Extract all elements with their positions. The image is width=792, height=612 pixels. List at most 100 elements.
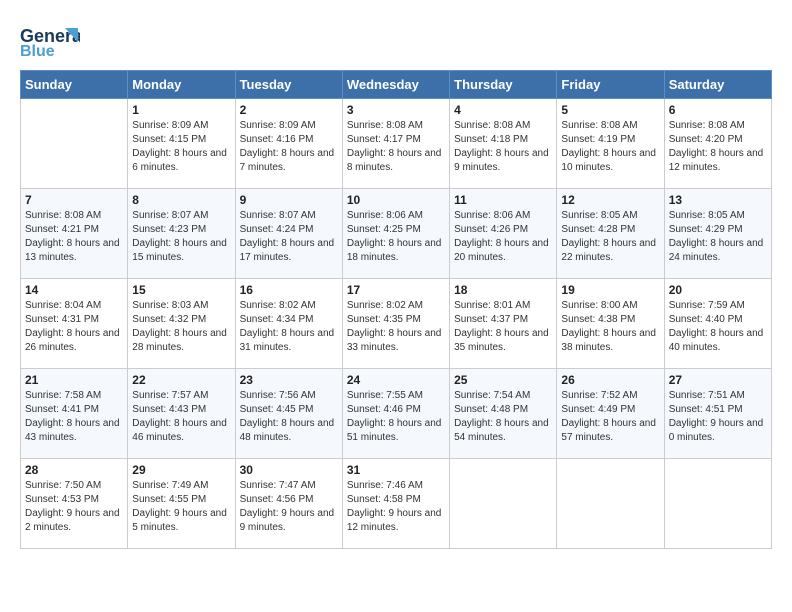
day-info: Sunrise: 7:54 AMSunset: 4:48 PMDaylight:… xyxy=(454,389,552,445)
weekday-header-thursday: Thursday xyxy=(450,71,557,99)
day-number: 16 xyxy=(240,283,338,297)
day-info: Sunrise: 7:52 AMSunset: 4:49 PMDaylight:… xyxy=(561,389,659,445)
day-number: 13 xyxy=(669,193,767,207)
day-number: 29 xyxy=(132,463,230,477)
day-number: 5 xyxy=(561,103,659,117)
day-number: 22 xyxy=(132,373,230,387)
calendar-cell: 19Sunrise: 8:00 AMSunset: 4:38 PMDayligh… xyxy=(557,279,664,369)
week-row-2: 7Sunrise: 8:08 AMSunset: 4:21 PMDaylight… xyxy=(21,189,772,279)
day-info: Sunrise: 7:49 AMSunset: 4:55 PMDaylight:… xyxy=(132,479,230,535)
day-number: 8 xyxy=(132,193,230,207)
weekday-header-friday: Friday xyxy=(557,71,664,99)
day-number: 28 xyxy=(25,463,123,477)
calendar-cell: 20 Sunrise: 7:59 AMSunset: 4:40 PMDayligh… xyxy=(664,279,771,369)
day-info: Sunrise: 8:05 AMSunset: 4:29 PMDaylight:… xyxy=(669,209,767,265)
day-number: 2 xyxy=(240,103,338,117)
page-header: General Blue xyxy=(20,20,772,60)
weekday-header-tuesday: Tuesday xyxy=(235,71,342,99)
calendar-cell: 25 Sunrise: 7:54 AMSunset: 4:48 PMDayligh… xyxy=(450,369,557,459)
day-info: Sunrise: 7:55 AMSunset: 4:46 PMDaylight:… xyxy=(347,389,445,445)
day-number: 21 xyxy=(25,373,123,387)
calendar-cell: 14 Sunrise: 8:04 AMSunset: 4:31 PMDayligh… xyxy=(21,279,128,369)
day-number: 9 xyxy=(240,193,338,207)
day-number: 27 xyxy=(669,373,767,387)
calendar-cell: 30 Sunrise: 7:47 AMSunset: 4:56 PMDayligh… xyxy=(235,459,342,549)
weekday-header-saturday: Saturday xyxy=(664,71,771,99)
day-number: 20 xyxy=(669,283,767,297)
calendar-cell: 17 Sunrise: 8:02 AMSunset: 4:35 PMDayligh… xyxy=(342,279,449,369)
calendar-cell: 22 Sunrise: 7:57 AMSunset: 4:43 PMDayligh… xyxy=(128,369,235,459)
calendar-cell: 26Sunrise: 7:52 AMSunset: 4:49 PMDayligh… xyxy=(557,369,664,459)
calendar-cell: 24 Sunrise: 7:55 AMSunset: 4:46 PMDayligh… xyxy=(342,369,449,459)
calendar-cell: 13 Sunrise: 8:05 AMSunset: 4:29 PMDayligh… xyxy=(664,189,771,279)
week-row-1: 1 Sunrise: 8:09 AMSunset: 4:15 PMDaylight… xyxy=(21,99,772,189)
calendar-cell: 16 Sunrise: 8:02 AMSunset: 4:34 PMDayligh… xyxy=(235,279,342,369)
calendar-cell: 12 Sunrise: 8:05 AMSunset: 4:28 PMDayligh… xyxy=(557,189,664,279)
calendar-cell: 3Sunrise: 8:08 AMSunset: 4:17 PMDaylight… xyxy=(342,99,449,189)
day-number: 23 xyxy=(240,373,338,387)
week-row-4: 21 Sunrise: 7:58 AMSunset: 4:41 PMDayligh… xyxy=(21,369,772,459)
calendar-cell: 21 Sunrise: 7:58 AMSunset: 4:41 PMDayligh… xyxy=(21,369,128,459)
day-info: Sunrise: 7:51 AMSunset: 4:51 PMDaylight:… xyxy=(669,389,767,445)
day-number: 17 xyxy=(347,283,445,297)
day-info: Sunrise: 8:00 AMSunset: 4:38 PMDaylight:… xyxy=(561,299,659,355)
svg-text:Blue: Blue xyxy=(20,43,55,60)
day-info: Sunrise: 7:57 AMSunset: 4:43 PMDaylight:… xyxy=(132,389,230,445)
day-number: 10 xyxy=(347,193,445,207)
calendar-cell: 2 Sunrise: 8:09 AMSunset: 4:16 PMDaylight… xyxy=(235,99,342,189)
day-info: Sunrise: 8:07 AMSunset: 4:24 PMDaylight:… xyxy=(240,209,338,265)
day-number: 18 xyxy=(454,283,552,297)
calendar-cell: 6 Sunrise: 8:08 AMSunset: 4:20 PMDaylight… xyxy=(664,99,771,189)
day-info: Sunrise: 8:09 AMSunset: 4:16 PMDaylight:… xyxy=(240,119,338,175)
day-number: 4 xyxy=(454,103,552,117)
day-info: Sunrise: 8:08 AMSunset: 4:17 PMDaylight:… xyxy=(347,119,445,175)
day-number: 24 xyxy=(347,373,445,387)
weekday-header-wednesday: Wednesday xyxy=(342,71,449,99)
logo-icon: General Blue xyxy=(20,20,80,60)
day-info: Sunrise: 8:03 AMSunset: 4:32 PMDaylight:… xyxy=(132,299,230,355)
day-info: Sunrise: 8:08 AMSunset: 4:19 PMDaylight:… xyxy=(561,119,659,175)
day-info: Sunrise: 8:05 AMSunset: 4:28 PMDaylight:… xyxy=(561,209,659,265)
day-info: Sunrise: 8:08 AMSunset: 4:21 PMDaylight:… xyxy=(25,209,123,265)
calendar-cell: 7Sunrise: 8:08 AMSunset: 4:21 PMDaylight… xyxy=(21,189,128,279)
calendar-cell xyxy=(557,459,664,549)
week-row-5: 28 Sunrise: 7:50 AMSunset: 4:53 PMDayligh… xyxy=(21,459,772,549)
day-info: Sunrise: 7:59 AMSunset: 4:40 PMDaylight:… xyxy=(669,299,767,355)
day-info: Sunrise: 8:04 AMSunset: 4:31 PMDaylight:… xyxy=(25,299,123,355)
calendar-cell: 15Sunrise: 8:03 AMSunset: 4:32 PMDayligh… xyxy=(128,279,235,369)
day-number: 30 xyxy=(240,463,338,477)
day-info: Sunrise: 8:01 AMSunset: 4:37 PMDaylight:… xyxy=(454,299,552,355)
calendar-cell: 28 Sunrise: 7:50 AMSunset: 4:53 PMDayligh… xyxy=(21,459,128,549)
day-info: Sunrise: 7:47 AMSunset: 4:56 PMDaylight:… xyxy=(240,479,338,535)
day-info: Sunrise: 8:02 AMSunset: 4:34 PMDaylight:… xyxy=(240,299,338,355)
calendar-cell: 4 Sunrise: 8:08 AMSunset: 4:18 PMDaylight… xyxy=(450,99,557,189)
calendar-cell: 18 Sunrise: 8:01 AMSunset: 4:37 PMDayligh… xyxy=(450,279,557,369)
day-info: Sunrise: 8:02 AMSunset: 4:35 PMDaylight:… xyxy=(347,299,445,355)
week-row-3: 14 Sunrise: 8:04 AMSunset: 4:31 PMDayligh… xyxy=(21,279,772,369)
day-number: 1 xyxy=(132,103,230,117)
day-info: Sunrise: 8:08 AMSunset: 4:18 PMDaylight:… xyxy=(454,119,552,175)
weekday-header-row: SundayMondayTuesdayWednesdayThursdayFrid… xyxy=(21,71,772,99)
day-info: Sunrise: 7:56 AMSunset: 4:45 PMDaylight:… xyxy=(240,389,338,445)
calendar-cell: 27 Sunrise: 7:51 AMSunset: 4:51 PMDayligh… xyxy=(664,369,771,459)
logo: General Blue xyxy=(20,20,80,60)
day-info: Sunrise: 8:09 AMSunset: 4:15 PMDaylight:… xyxy=(132,119,230,175)
calendar-cell: 10 Sunrise: 8:06 AMSunset: 4:25 PMDayligh… xyxy=(342,189,449,279)
day-number: 25 xyxy=(454,373,552,387)
calendar-cell: 1 Sunrise: 8:09 AMSunset: 4:15 PMDaylight… xyxy=(128,99,235,189)
day-info: Sunrise: 8:06 AMSunset: 4:26 PMDaylight:… xyxy=(454,209,552,265)
weekday-header-monday: Monday xyxy=(128,71,235,99)
day-number: 12 xyxy=(561,193,659,207)
calendar-cell xyxy=(21,99,128,189)
day-info: Sunrise: 8:08 AMSunset: 4:20 PMDaylight:… xyxy=(669,119,767,175)
calendar-cell: 11 Sunrise: 8:06 AMSunset: 4:26 PMDayligh… xyxy=(450,189,557,279)
calendar-cell: 29 Sunrise: 7:49 AMSunset: 4:55 PMDayligh… xyxy=(128,459,235,549)
day-info: Sunrise: 8:07 AMSunset: 4:23 PMDaylight:… xyxy=(132,209,230,265)
day-info: Sunrise: 7:50 AMSunset: 4:53 PMDaylight:… xyxy=(25,479,123,535)
day-number: 6 xyxy=(669,103,767,117)
day-info: Sunrise: 8:06 AMSunset: 4:25 PMDaylight:… xyxy=(347,209,445,265)
calendar-cell: 23 Sunrise: 7:56 AMSunset: 4:45 PMDayligh… xyxy=(235,369,342,459)
day-info: Sunrise: 7:58 AMSunset: 4:41 PMDaylight:… xyxy=(25,389,123,445)
day-number: 11 xyxy=(454,193,552,207)
day-number: 14 xyxy=(25,283,123,297)
